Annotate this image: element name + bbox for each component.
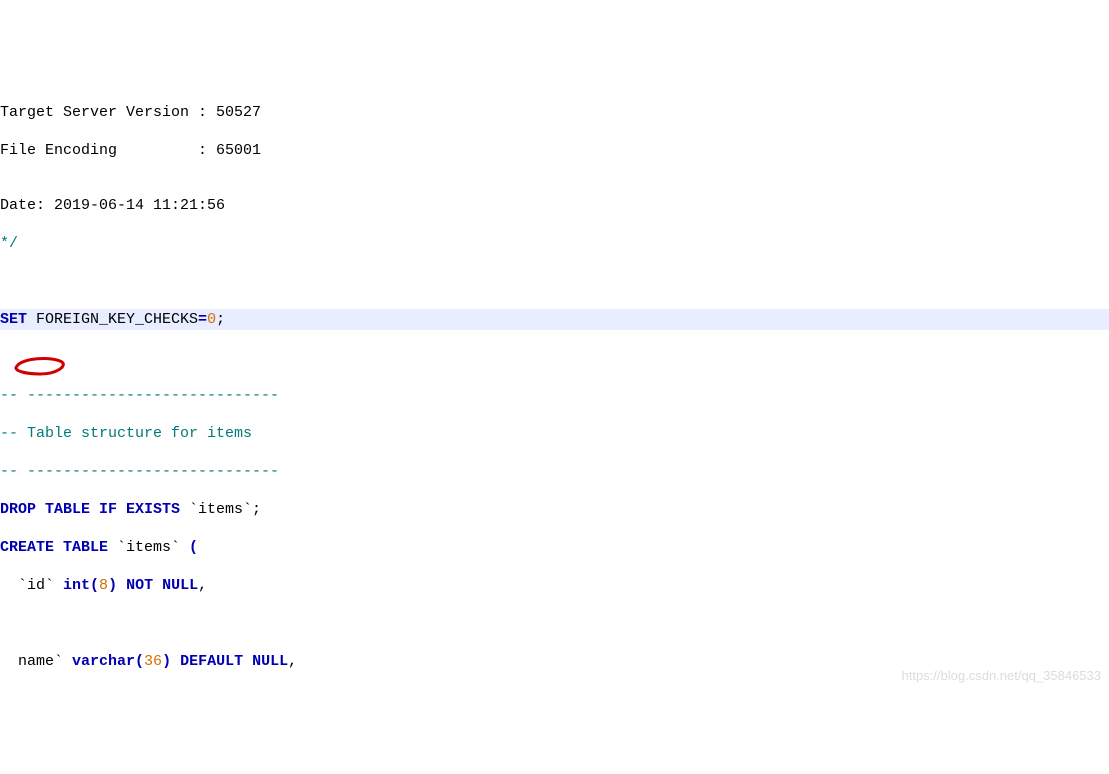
- paren-open: (: [189, 539, 198, 556]
- set-foreign-key-checks: SET FOREIGN_KEY_CHECKS=0;: [0, 309, 1109, 330]
- comment-file-encoding: File Encoding : 65001: [0, 140, 1109, 161]
- dashes: -- ----------------------------: [0, 461, 1109, 482]
- blank-line: [0, 271, 1109, 292]
- create-table: CREATE TABLE `items` (: [0, 537, 1109, 558]
- comma: ,: [288, 653, 297, 670]
- comment-target-server: Target Server Version : 50527: [0, 102, 1109, 123]
- dashes: -- ----------------------------: [0, 385, 1109, 406]
- keyword-drop: DROP TABLE IF EXISTS: [0, 501, 180, 518]
- watermark-text: https://blog.csdn.net/qq_35846533: [902, 668, 1102, 683]
- sql-code-block: Target Server Version : 50527 File Encod…: [0, 85, 1109, 689]
- table-name: `items`;: [180, 501, 261, 518]
- type-varchar: varchar: [72, 653, 135, 670]
- col-name: `id`: [0, 577, 63, 594]
- blank-line: [0, 347, 1109, 368]
- keyword-create: CREATE TABLE: [0, 539, 108, 556]
- paren: (: [135, 653, 144, 670]
- keyword-set: SET: [0, 311, 27, 328]
- value-zero: 0: [207, 311, 216, 328]
- column-id: `id` int(8) NOT NULL,: [0, 575, 1109, 596]
- paren: ): [108, 577, 117, 594]
- paren: (: [90, 577, 99, 594]
- size: 8: [99, 577, 108, 594]
- comment-date: Date: 2019-06-14 11:21:56: [0, 195, 1109, 216]
- not-null: NOT NULL: [117, 577, 198, 594]
- comment-close: */: [0, 233, 1109, 254]
- blank-line: [0, 613, 1109, 634]
- type-int: int: [63, 577, 90, 594]
- drop-table: DROP TABLE IF EXISTS `items`;: [0, 499, 1109, 520]
- size: 36: [144, 653, 162, 670]
- op-eq: =: [198, 311, 207, 328]
- col-name: name`: [0, 653, 72, 670]
- default-null: DEFAULT NULL: [171, 653, 288, 670]
- text-fk: FOREIGN_KEY_CHECKS: [27, 311, 198, 328]
- table-name: `items`: [108, 539, 189, 556]
- comma: ,: [198, 577, 207, 594]
- paren: ): [162, 653, 171, 670]
- comment-table-structure: -- Table structure for items: [0, 423, 1109, 444]
- semi: ;: [216, 311, 225, 328]
